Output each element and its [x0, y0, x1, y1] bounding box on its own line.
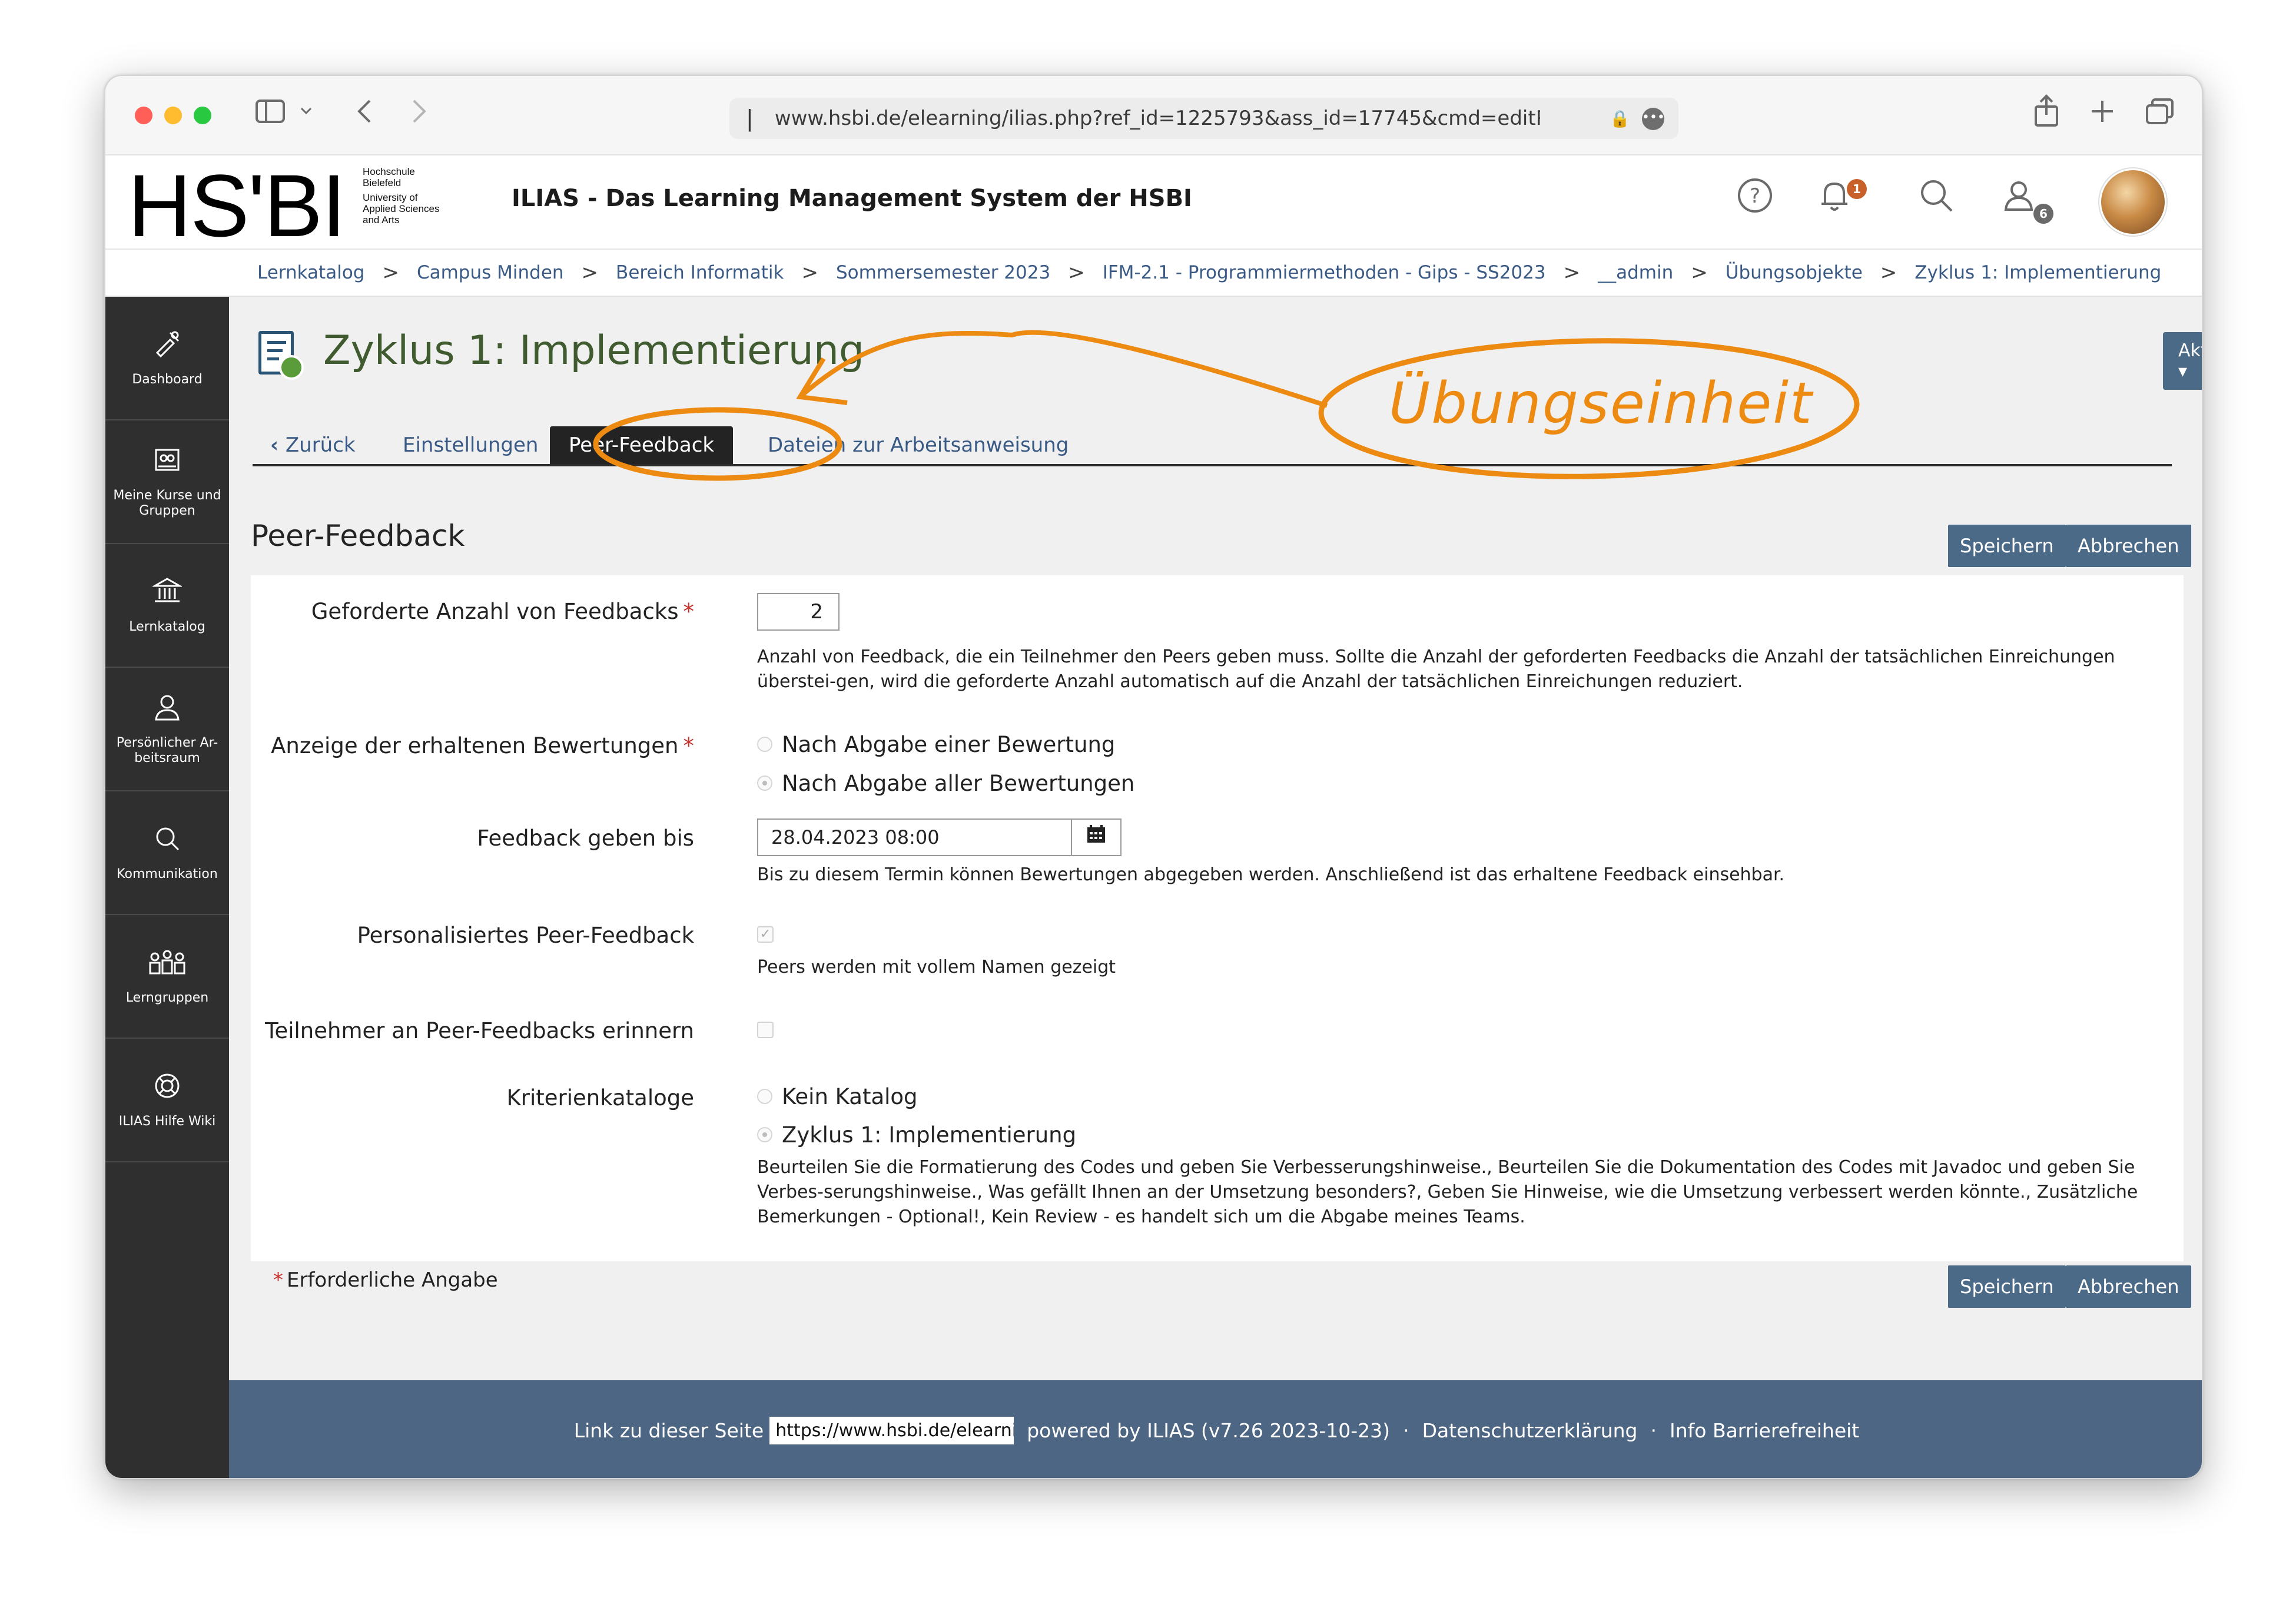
- browser-window: | www.hsbi.de/elearning/ilias.php?ref_id…: [104, 75, 2203, 1479]
- annotation-label: Übungseinheit: [1389, 370, 1813, 436]
- annotation-overlay: [593, 330, 1860, 481]
